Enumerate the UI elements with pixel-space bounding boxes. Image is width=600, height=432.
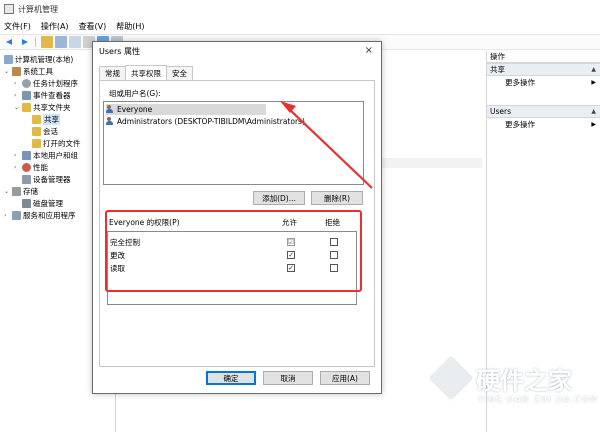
actions-header: 操作: [487, 51, 600, 63]
chevron-right-icon[interactable]: ›: [14, 92, 20, 99]
tree-item-root[interactable]: 计算机管理(本地): [2, 53, 73, 65]
more-actions-shares[interactable]: 更多操作 ▶: [487, 76, 600, 89]
device-manager-icon: [22, 174, 31, 184]
chevron-right-icon[interactable]: ›: [4, 212, 10, 219]
tree-item-performance[interactable]: › 性能: [14, 161, 48, 173]
collapse-icon[interactable]: ▲: [591, 108, 596, 115]
forward-icon[interactable]: [18, 36, 30, 48]
toolbar-separator: [35, 37, 36, 47]
services-icon: [12, 210, 21, 220]
menubar: 文件(F) 操作(A) 查看(V) 帮助(H): [0, 18, 600, 34]
menu-view[interactable]: 查看(V): [79, 21, 107, 32]
tree-item-shares[interactable]: 共享: [30, 113, 60, 125]
storage-icon: [12, 186, 21, 196]
tree-item-storage[interactable]: ⌄ 存储: [4, 185, 38, 197]
annotation-highlight-box: [105, 210, 362, 292]
computer-icon: [4, 54, 13, 64]
chevron-right-icon[interactable]: ›: [14, 80, 20, 87]
watermark-title: 硬件之家: [476, 367, 572, 395]
window-titlebar: 计算机管理: [0, 0, 600, 18]
remove-button[interactable]: 删除(R): [311, 191, 363, 205]
chevron-down-icon[interactable]: ⌄: [14, 104, 20, 111]
clock-icon: [22, 78, 31, 88]
shared-folder-icon: [22, 102, 31, 112]
tree-item-disk-management[interactable]: 磁盘管理: [20, 197, 63, 209]
apply-button[interactable]: 应用(A): [320, 371, 370, 385]
performance-icon: [22, 162, 31, 172]
tree-item-sessions[interactable]: 会话: [30, 125, 58, 137]
actions-section-users[interactable]: Users ▲: [487, 105, 600, 118]
watermark-logo-icon: [424, 351, 478, 405]
tab-general[interactable]: 常规: [99, 66, 126, 80]
up-folder-icon[interactable]: [41, 36, 53, 48]
menu-file[interactable]: 文件(F): [4, 21, 31, 32]
user-list[interactable]: Everyone Administrators (DESKTOP-TIBILDM…: [103, 101, 364, 185]
computer-management-icon: [4, 4, 14, 14]
group-user-label: 组或用户名(G):: [109, 89, 161, 98]
sessions-folder-icon: [32, 126, 41, 136]
tree-item-task-scheduler[interactable]: › 任务计划程序: [14, 77, 78, 89]
tree-item-shared-folders[interactable]: ⌄ 共享文件夹: [14, 101, 71, 113]
user-group-icon: [106, 105, 115, 114]
close-icon[interactable]: ×: [365, 45, 373, 56]
back-icon[interactable]: [4, 36, 16, 48]
tab-share-permissions[interactable]: 共享权限: [125, 65, 167, 80]
actions-section-shares[interactable]: 共享 ▲: [487, 63, 600, 76]
event-log-icon: [22, 90, 31, 100]
watermark-subtitle: YING JIAN ZHI JIA.COM: [478, 395, 598, 404]
list-item-administrators[interactable]: Administrators (DESKTOP-TIBILDM\Administ…: [106, 116, 305, 127]
site-watermark: 硬件之家 YING JIAN ZHI JIA.COM: [424, 351, 596, 425]
chevron-right-icon[interactable]: ›: [14, 152, 20, 159]
dialog-titlebar: Users 属性 ×: [93, 42, 381, 60]
chevron-down-icon[interactable]: ⌄: [4, 188, 10, 195]
tree-item-device-manager[interactable]: 设备管理器: [20, 173, 71, 185]
menu-action[interactable]: 操作(A): [41, 21, 69, 32]
tools-icon: [12, 66, 21, 76]
show-tree-icon[interactable]: [55, 36, 67, 48]
list-item[interactable]: [372, 158, 482, 168]
chevron-right-icon: ▶: [591, 121, 596, 128]
tree-item-open-files[interactable]: 打开的文件: [30, 137, 81, 149]
tree-item-local-users[interactable]: › 本地用户和组: [14, 149, 78, 161]
user-group-icon: [106, 117, 115, 126]
tree-item-services[interactable]: › 服务和应用程序: [4, 209, 76, 221]
dialog-tabs: 常规 共享权限 安全: [99, 65, 193, 80]
window-title: 计算机管理: [18, 4, 58, 14]
menu-help[interactable]: 帮助(H): [116, 21, 144, 32]
dialog-title: Users 属性: [99, 46, 140, 56]
list-item-everyone[interactable]: Everyone: [106, 104, 266, 115]
cancel-button[interactable]: 取消: [263, 371, 313, 385]
properties-icon[interactable]: [69, 36, 81, 48]
add-button[interactable]: 添加(D)...: [253, 191, 305, 205]
chevron-right-icon[interactable]: ›: [14, 164, 20, 171]
chevron-down-icon[interactable]: ⌄: [4, 68, 10, 75]
collapse-icon[interactable]: ▲: [591, 66, 596, 73]
tree-item-system-tools[interactable]: ⌄ 系统工具: [4, 65, 53, 77]
disk-icon: [22, 198, 31, 208]
chevron-right-icon: ▶: [591, 79, 596, 86]
users-group-icon: [22, 150, 31, 160]
ok-button[interactable]: 确定: [206, 371, 256, 385]
tab-security[interactable]: 安全: [166, 66, 193, 80]
tree-item-event-viewer[interactable]: › 事件查看器: [14, 89, 71, 101]
open-files-folder-icon: [32, 138, 41, 148]
share-folder-icon: [32, 114, 41, 124]
more-actions-users[interactable]: 更多操作 ▶: [487, 118, 600, 131]
